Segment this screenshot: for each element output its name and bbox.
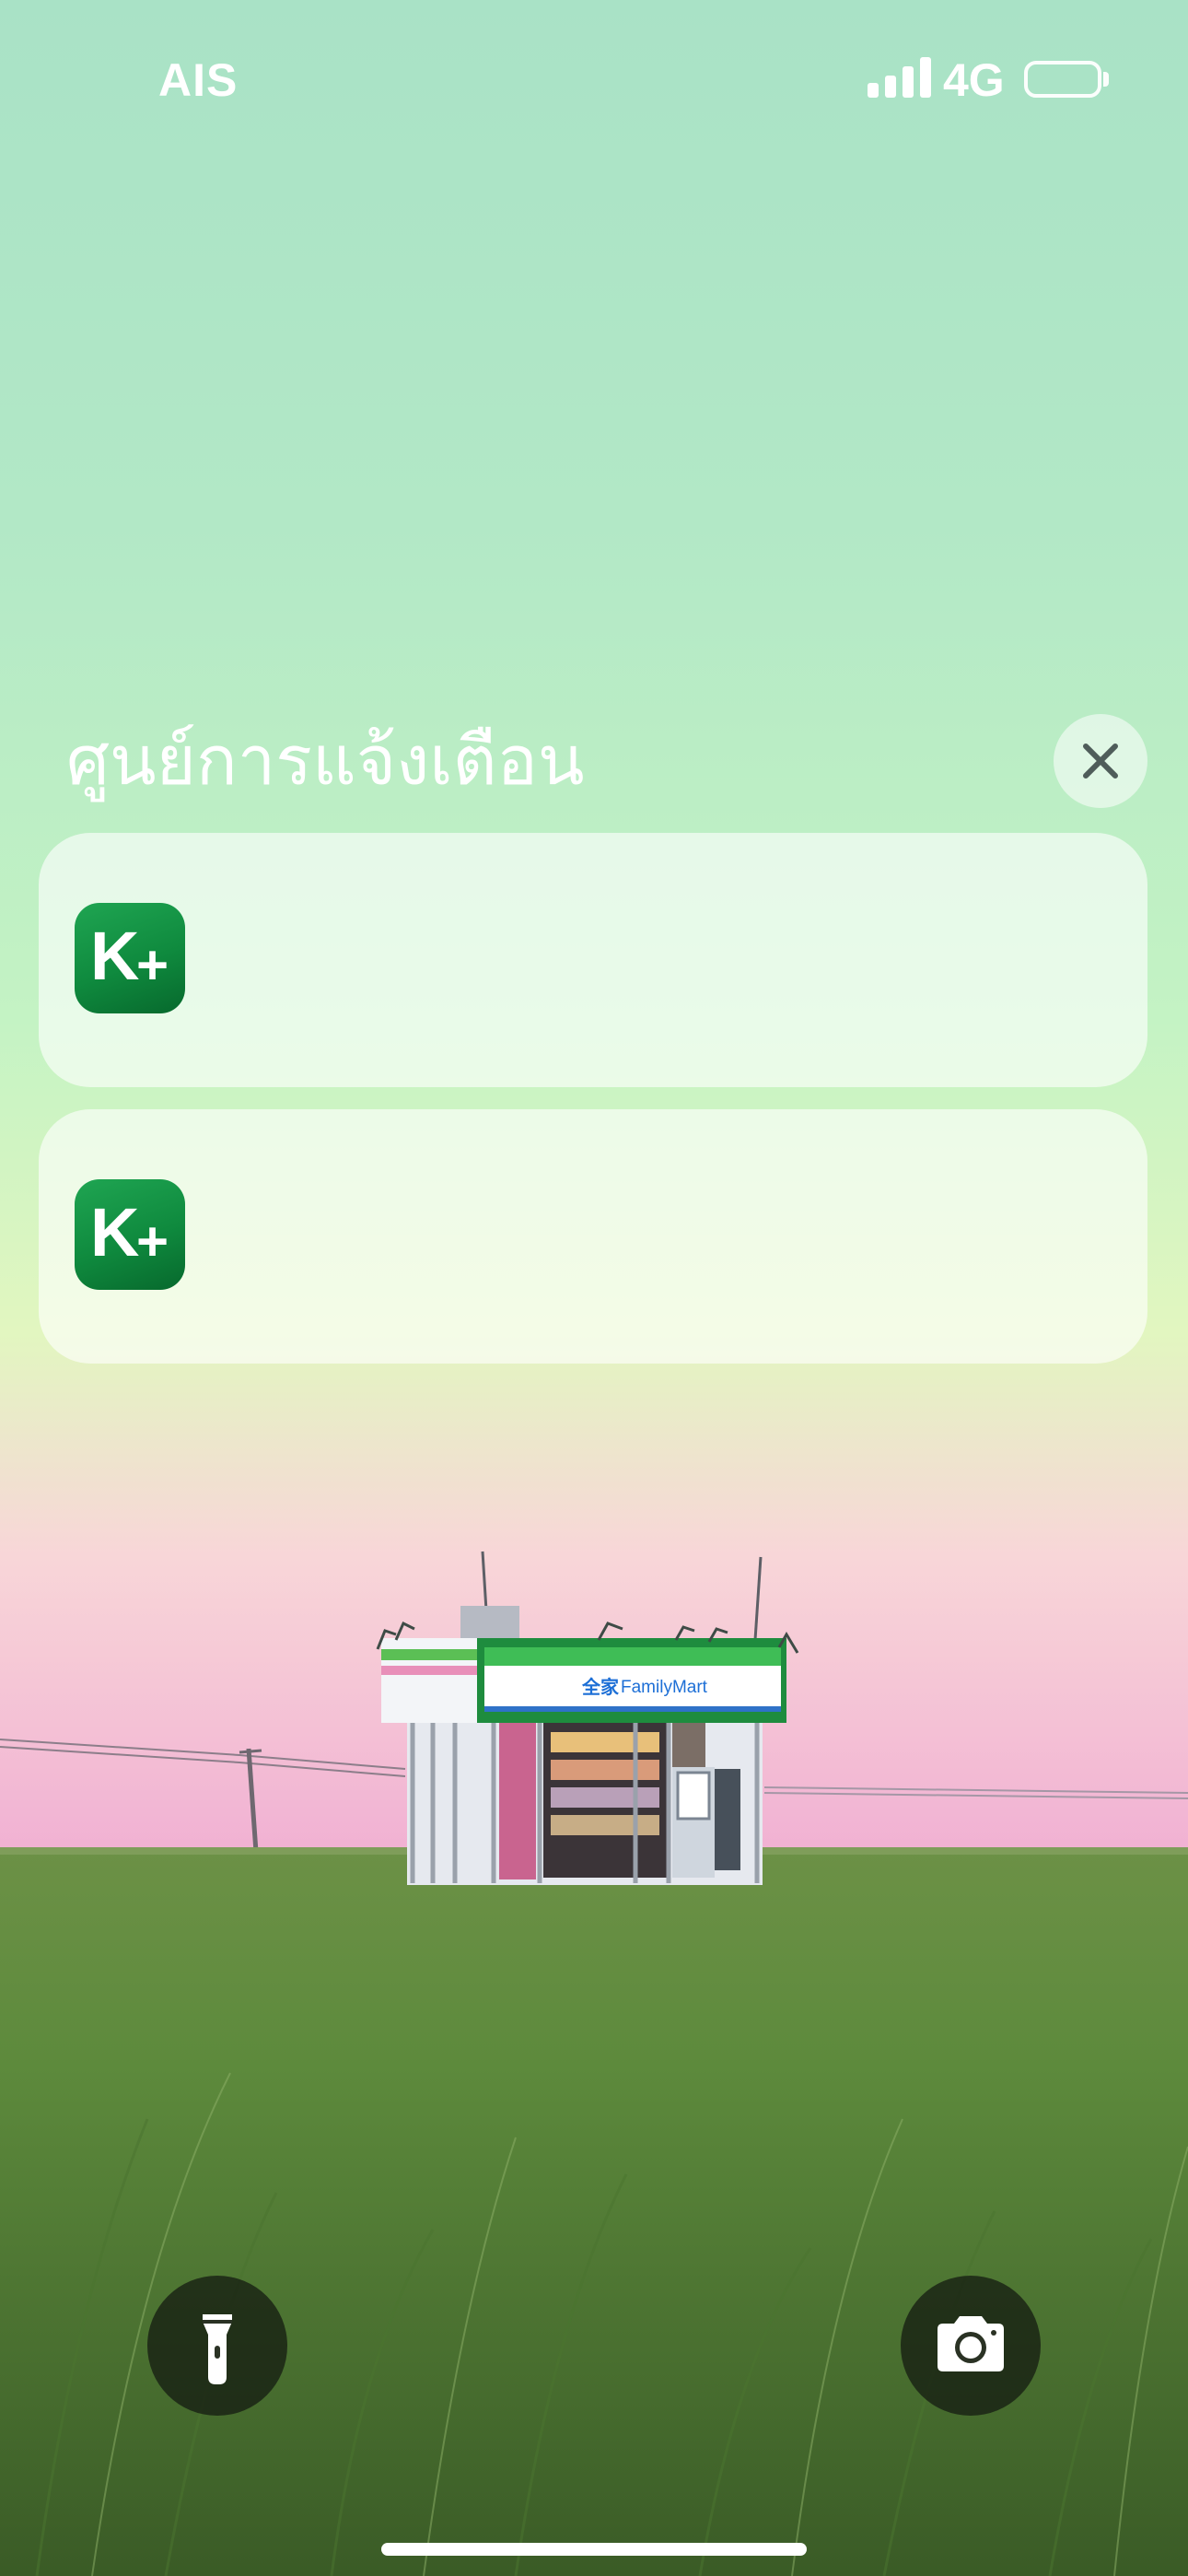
store-sign-chinese: 全家 bbox=[581, 1676, 620, 1698]
kplus-logo-plus: + bbox=[136, 1211, 169, 1272]
notification-card[interactable]: K + bbox=[39, 833, 1147, 1087]
store-sign-text: FamilyMart bbox=[621, 1678, 708, 1697]
notification-card[interactable]: K + bbox=[39, 1109, 1147, 1364]
camera-icon bbox=[938, 2316, 1004, 2371]
home-indicator[interactable] bbox=[381, 2543, 807, 2556]
network-type-label: 4G bbox=[943, 54, 1005, 106]
flashlight-icon bbox=[203, 2314, 232, 2384]
clear-notifications-button[interactable] bbox=[1054, 714, 1147, 808]
kplus-logo-plus: + bbox=[136, 934, 169, 996]
battery-tip bbox=[1103, 72, 1109, 87]
camera-button[interactable] bbox=[901, 2276, 1041, 2416]
kplus-logo-letter: K bbox=[90, 918, 139, 994]
carrier-label: AIS bbox=[158, 54, 239, 106]
kplus-logo-letter: K bbox=[90, 1194, 139, 1270]
close-icon bbox=[1083, 744, 1118, 779]
notification-center-title: ศูนย์การแจ้งเตือน bbox=[66, 721, 585, 801]
kplus-app-icon: K + bbox=[75, 903, 185, 1013]
kplus-app-icon: K + bbox=[75, 1179, 185, 1290]
flashlight-button[interactable] bbox=[147, 2276, 287, 2416]
battery-icon bbox=[1024, 61, 1101, 98]
status-bar: AIS 4G bbox=[0, 0, 1188, 157]
cellular-signal-icon bbox=[868, 57, 931, 98]
